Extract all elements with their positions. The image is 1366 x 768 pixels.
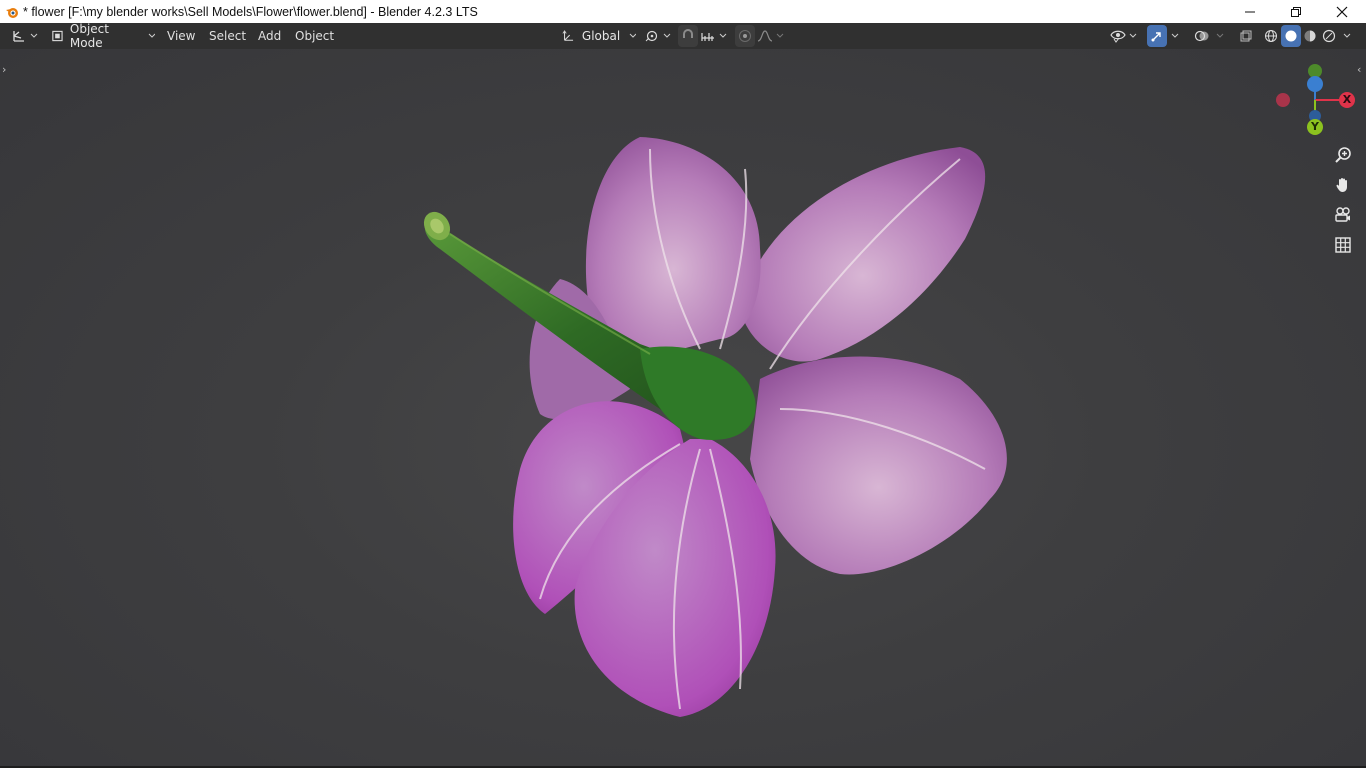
- overlay-toggle[interactable]: [1192, 25, 1212, 47]
- transform-orientation-label: Global: [581, 29, 621, 43]
- wireframe-shading-button[interactable]: [1261, 25, 1281, 47]
- snap-target-dropdown[interactable]: [700, 25, 728, 47]
- proportional-edit-icon: [739, 30, 751, 42]
- wireframe-shading-icon: [1265, 30, 1277, 42]
- menu-view[interactable]: View: [161, 25, 201, 47]
- gizmo-dropdown[interactable]: [1168, 25, 1182, 47]
- chevron-down-icon: [1216, 33, 1224, 38]
- overlay-icon: [1194, 30, 1209, 42]
- y-axis-label: Y: [1311, 120, 1319, 133]
- proportional-edit-toggle[interactable]: [735, 25, 755, 47]
- close-icon: [1336, 6, 1348, 17]
- snap-toggle[interactable]: [678, 25, 698, 47]
- x-axis-label: X: [1342, 93, 1352, 106]
- navigation-gizmo[interactable]: X Y: [1270, 63, 1362, 139]
- menu-object[interactable]: Object: [289, 25, 340, 47]
- pivot-icon: [645, 30, 658, 42]
- editor-type-icon: [12, 31, 24, 42]
- gizmo-icon: [1151, 32, 1161, 42]
- object-mode-dropdown[interactable]: Object Mode: [47, 22, 155, 50]
- pan-button[interactable]: [1330, 172, 1356, 198]
- hand-icon: [1336, 178, 1347, 192]
- rendered-shading-icon: [1322, 29, 1336, 43]
- object-mode-label: Object Mode: [69, 22, 109, 50]
- chevron-down-icon: [629, 33, 636, 38]
- chevron-down-icon: [30, 33, 37, 38]
- minimize-button[interactable]: [1227, 0, 1273, 23]
- transform-orientation-icon: [562, 30, 574, 41]
- camera-view-button[interactable]: [1330, 202, 1356, 228]
- zoom-icon: [1335, 147, 1351, 163]
- shading-dropdown[interactable]: [1340, 25, 1354, 47]
- chevron-down-icon: [1129, 33, 1137, 38]
- snap-increment-icon: [701, 33, 714, 41]
- gizmo-toggle[interactable]: [1147, 25, 1167, 47]
- xray-toggle[interactable]: [1236, 25, 1256, 47]
- xray-icon: [1240, 30, 1252, 42]
- transform-orientation-dropdown[interactable]: Global: [558, 25, 636, 47]
- chevron-down-icon: [719, 33, 727, 38]
- chevron-down-icon: [776, 33, 784, 38]
- chevron-down-icon: [663, 33, 671, 38]
- object-mode-icon: [52, 30, 63, 42]
- solid-shading-icon: [1285, 30, 1297, 42]
- visibility-dropdown[interactable]: [1110, 25, 1140, 47]
- 3d-viewport[interactable]: › ‹ X Y: [0, 49, 1366, 766]
- solid-shading-button[interactable]: [1281, 25, 1301, 47]
- flower-model: [423, 137, 1007, 717]
- viewport-header: Object Mode View Select Add Object Globa…: [0, 22, 1366, 50]
- chevron-down-icon: [1343, 33, 1351, 38]
- restore-icon: [1291, 6, 1301, 17]
- grid-icon: [1335, 237, 1351, 253]
- restore-button[interactable]: [1273, 0, 1319, 23]
- menu-select[interactable]: Select: [203, 25, 252, 47]
- falloff-dropdown[interactable]: [757, 25, 787, 47]
- chevron-down-icon: [1171, 33, 1179, 38]
- rendered-shading-button[interactable]: [1319, 25, 1339, 47]
- orthographic-toggle-button[interactable]: [1330, 232, 1356, 258]
- overlay-dropdown[interactable]: [1213, 25, 1227, 47]
- visibility-icon: [1110, 30, 1126, 43]
- camera-icon: [1335, 207, 1350, 222]
- chevron-down-icon: [148, 33, 155, 38]
- material-shading-button[interactable]: [1300, 25, 1320, 47]
- close-button[interactable]: [1319, 0, 1365, 23]
- window-title: * flower [F:\my blender works\Sell Model…: [23, 4, 478, 19]
- menu-add[interactable]: Add: [252, 25, 287, 47]
- pivot-point-dropdown[interactable]: [644, 25, 672, 47]
- material-shading-icon: [1304, 30, 1316, 42]
- zoom-button[interactable]: [1330, 142, 1356, 168]
- window-titlebar: * flower [F:\my blender works\Sell Model…: [0, 0, 1366, 23]
- blender-logo-icon: [6, 7, 18, 18]
- minimize-icon: [1245, 11, 1255, 12]
- falloff-icon: [757, 30, 773, 42]
- editor-type-dropdown[interactable]: [8, 25, 40, 47]
- snap-icon: [683, 29, 693, 38]
